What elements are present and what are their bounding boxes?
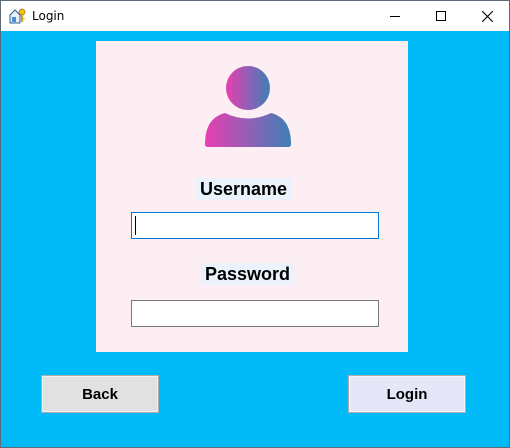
login-window: Login Username Password Back Login	[0, 0, 510, 448]
maximize-button[interactable]	[418, 1, 464, 31]
username-label: Username	[196, 178, 292, 200]
password-input[interactable]	[131, 300, 379, 327]
text-caret	[135, 216, 136, 235]
minimize-icon	[390, 16, 400, 17]
user-avatar-icon	[203, 66, 293, 148]
close-button[interactable]	[464, 1, 510, 31]
lock-key-icon	[9, 8, 27, 24]
close-icon	[481, 10, 493, 22]
minimize-button[interactable]	[372, 1, 418, 31]
login-panel: Username Password	[96, 41, 408, 352]
title-bar[interactable]: Login	[1, 1, 509, 31]
window-title: Login	[32, 9, 65, 23]
username-input[interactable]	[131, 212, 379, 239]
maximize-icon	[436, 11, 446, 21]
login-button[interactable]: Login	[348, 375, 466, 413]
password-label: Password	[201, 263, 295, 285]
back-button[interactable]: Back	[41, 375, 159, 413]
